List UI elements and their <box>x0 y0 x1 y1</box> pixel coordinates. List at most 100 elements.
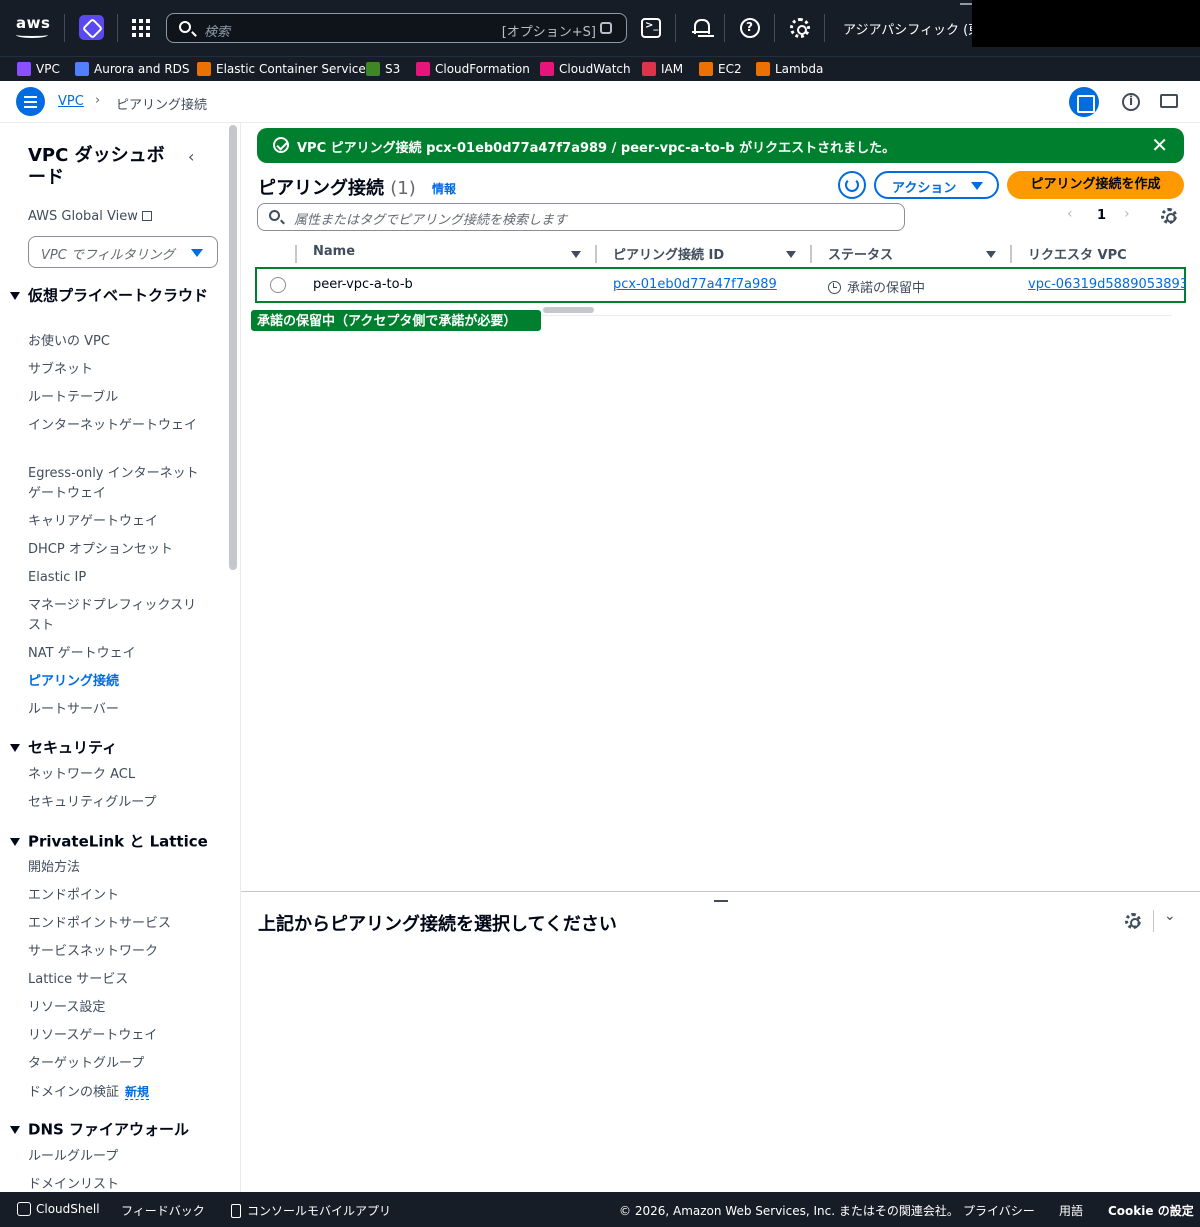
sidebar-section-privatelink[interactable]: PrivateLink と Lattice <box>10 831 210 852</box>
bell-icon[interactable] <box>691 18 711 38</box>
sidebar-item-domain-verification[interactable]: ドメインの検証 新規 <box>28 1082 208 1103</box>
column-header-id[interactable]: ピアリング接続 ID <box>613 244 724 266</box>
sidebar-item[interactable]: ルールグループ <box>28 1147 208 1167</box>
footer-mobile-app[interactable]: コンソールモバイルアプリ <box>231 1202 391 1219</box>
gear-icon[interactable] <box>790 18 810 38</box>
aws-logo[interactable]: aws <box>16 14 50 32</box>
sidebar-scrollbar[interactable] <box>229 125 237 570</box>
sidebar-item[interactable]: キャリアゲートウェイ <box>28 512 208 532</box>
cell-status: 承諾の保留中 <box>828 277 925 296</box>
split-panel-button[interactable] <box>1069 87 1099 117</box>
fav-cloudwatch[interactable]: CloudWatch <box>540 61 631 77</box>
sidebar-item[interactable]: ターゲットグループ <box>28 1054 208 1074</box>
split-panel-gear-icon[interactable] <box>1125 913 1141 929</box>
table-horizontal-scrollbar[interactable] <box>543 307 594 313</box>
column-header-status[interactable]: ステータス <box>828 244 893 266</box>
sidebar-item[interactable]: リソースゲートウェイ <box>28 1026 208 1046</box>
footer-cloudshell[interactable]: CloudShell <box>17 1202 100 1216</box>
column-divider[interactable] <box>295 245 297 263</box>
sidebar-section-security[interactable]: セキュリティ <box>10 737 210 758</box>
sidebar-section-dns-firewall[interactable]: DNS ファイアウォール <box>10 1119 210 1140</box>
sidebar-item[interactable]: ドメインリスト <box>28 1175 208 1192</box>
sort-caret-icon[interactable] <box>786 251 796 258</box>
top-navigation: aws 検索 [オプション+S] アジアパシフィック (東京) <box>0 0 1200 56</box>
sort-caret-icon[interactable] <box>571 251 581 258</box>
chevron-down-icon[interactable]: ⌄ <box>1164 908 1176 924</box>
info-link[interactable]: 情報 <box>432 180 456 197</box>
sidebar-item[interactable]: ルートテーブル <box>28 388 208 408</box>
footer-feedback[interactable]: フィードバック <box>121 1202 205 1219</box>
fav-vpc[interactable]: VPC <box>17 61 60 77</box>
column-header-name[interactable]: Name <box>313 244 355 266</box>
sidebar-item[interactable]: DHCP オプションセット <box>28 540 208 560</box>
info-icon[interactable] <box>1122 93 1140 111</box>
footer-terms[interactable]: 用語 <box>1059 1202 1083 1219</box>
vpc-filter-select[interactable]: VPC でフィルタリング <box>28 236 218 268</box>
column-divider[interactable] <box>595 245 597 263</box>
sidebar-item[interactable]: マネージドプレフィックスリスト <box>28 596 208 636</box>
sidebar-item[interactable]: サブネット <box>28 360 208 380</box>
fav-cloudformation[interactable]: CloudFormation <box>416 61 530 77</box>
table-search-input[interactable]: 属性またはタグでピアリング接続を検索します <box>257 203 905 231</box>
sort-caret-icon[interactable] <box>986 251 996 258</box>
fav-s3[interactable]: S3 <box>366 61 400 77</box>
close-icon[interactable]: ✕ <box>1151 133 1168 157</box>
table-settings-gear-icon[interactable] <box>1161 208 1177 224</box>
create-peering-button[interactable]: ピアリング接続を作成 <box>1007 171 1184 199</box>
region-selector[interactable]: アジアパシフィック (東京) <box>843 19 973 38</box>
footer-privacy[interactable]: プライバシー <box>963 1202 1035 1219</box>
sidebar-item[interactable]: Egress-only インターネットゲートウェイ <box>28 464 208 504</box>
column-divider[interactable] <box>1010 245 1012 263</box>
sidebar-title[interactable]: VPC ダッシュボード <box>28 145 168 189</box>
sidebar-item[interactable]: 開始方法 <box>28 858 208 878</box>
search-icon <box>269 210 280 221</box>
sidebar-item[interactable]: お使いの VPC <box>28 332 208 352</box>
cell-name: peer-vpc-a-to-b <box>313 277 413 292</box>
sidebar-item[interactable]: リソース設定 <box>28 998 208 1018</box>
amazon-q-icon[interactable] <box>79 15 104 40</box>
page-number[interactable]: 1 <box>1097 208 1106 223</box>
fav-ecs[interactable]: Elastic Container Service <box>197 61 366 77</box>
help-icon[interactable] <box>740 18 760 38</box>
sidebar-item[interactable]: サービスネットワーク <box>28 942 208 962</box>
refresh-button[interactable] <box>838 171 866 199</box>
actions-button[interactable]: アクション <box>874 171 999 199</box>
sidebar-item[interactable]: エンドポイントサービス <box>28 914 208 934</box>
sidebar-item[interactable]: セキュリティグループ <box>28 793 208 813</box>
feedback-icon[interactable] <box>1160 94 1178 108</box>
fav-ec2[interactable]: EC2 <box>699 61 742 77</box>
chevron-left-icon[interactable]: ‹ <box>188 147 194 166</box>
sidebar-section-vpc[interactable]: 仮想プライベートクラウド <box>10 285 210 306</box>
sidebar-item[interactable]: Elastic IP <box>28 568 208 588</box>
footer-cookie-settings[interactable]: Cookie の設定 <box>1108 1202 1194 1219</box>
sidebar-item[interactable]: NAT ゲートウェイ <box>28 644 208 664</box>
chevron-left-icon[interactable]: ‹ <box>1067 206 1073 222</box>
column-header-requester-vpc[interactable]: リクエスタ VPC <box>1028 244 1127 266</box>
sidebar-global-view[interactable]: AWS Global View <box>28 207 208 227</box>
cell-peering-id-link[interactable]: pcx-01eb0d77a47f7a989 <box>613 277 777 292</box>
cell-requester-vpc-link[interactable]: vpc-06319d5889053893 <box>1028 277 1186 292</box>
search-placeholder: 検索 <box>204 25 231 40</box>
cloudshell-icon[interactable] <box>641 18 661 38</box>
sidebar-item[interactable]: インターネットゲートウェイ <box>28 416 208 436</box>
nav-divider <box>675 14 676 42</box>
global-search-input[interactable]: 検索 [オプション+S] <box>166 13 627 43</box>
clock-icon <box>828 281 841 294</box>
sidebar-item[interactable]: ルートサーバー <box>28 700 208 720</box>
column-divider[interactable] <box>810 245 812 263</box>
fav-lambda[interactable]: Lambda <box>756 61 823 77</box>
split-panel-divider[interactable] <box>241 891 1200 892</box>
fav-iam[interactable]: IAM <box>642 61 683 77</box>
chevron-right-icon[interactable]: › <box>1124 206 1130 222</box>
fav-aurora-rds[interactable]: Aurora and RDS <box>75 61 190 77</box>
split-panel-divider-v <box>1153 910 1154 932</box>
sidebar-item[interactable]: ネットワーク ACL <box>28 765 208 785</box>
services-grid-icon[interactable] <box>132 19 150 37</box>
breadcrumb-vpc[interactable]: VPC <box>58 94 84 109</box>
sidebar-item[interactable]: エンドポイント <box>28 886 208 906</box>
sidebar-item[interactable]: Lattice サービス <box>28 970 208 990</box>
row-select-radio[interactable] <box>270 277 286 293</box>
resize-handle[interactable] <box>714 900 728 902</box>
sidebar-item-peering[interactable]: ピアリング接続 <box>28 672 208 692</box>
side-menu-button[interactable] <box>16 87 45 116</box>
